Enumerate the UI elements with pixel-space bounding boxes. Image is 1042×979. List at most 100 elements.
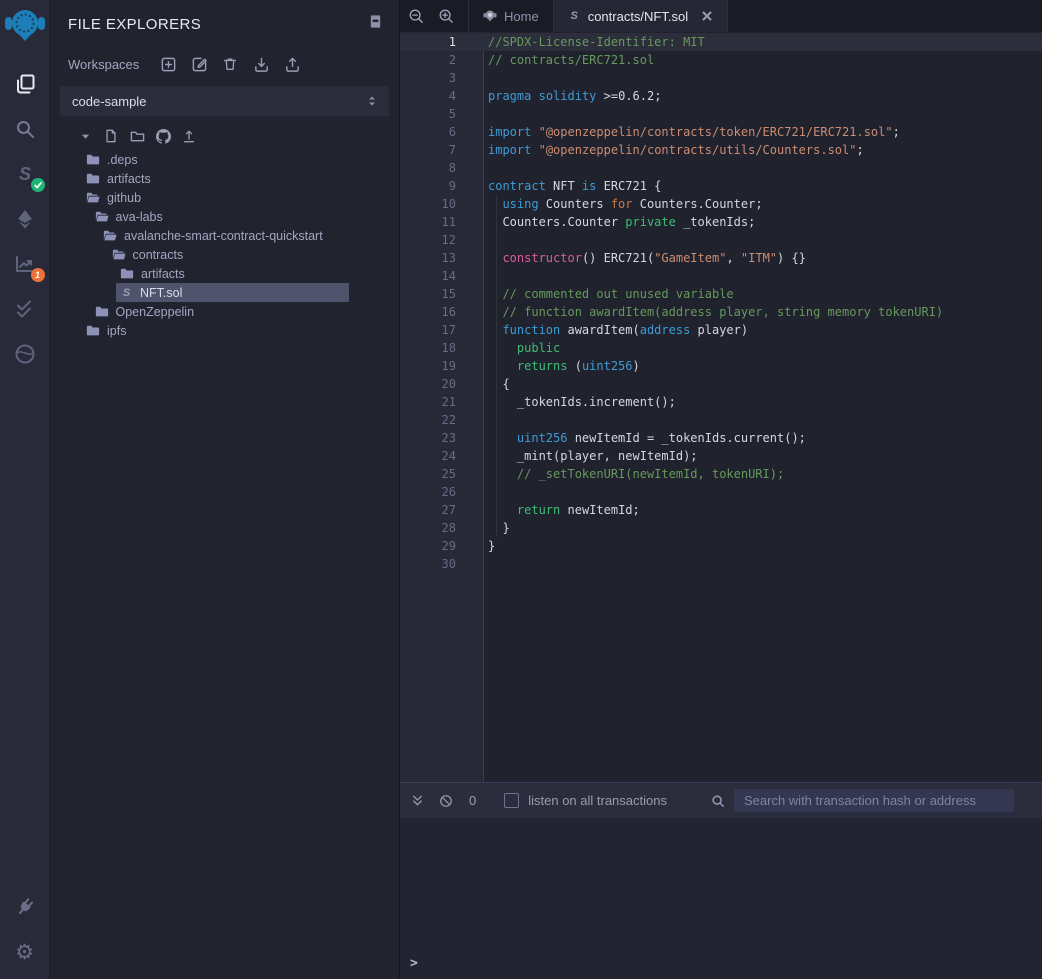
tree-item--deps[interactable]: .deps	[50, 150, 399, 169]
line-content: // contracts/ERC721.sol	[483, 51, 654, 69]
line-content: //SPDX-License-Identifier: MIT	[483, 33, 705, 51]
restore-backup-icon[interactable]	[250, 54, 272, 74]
line-content	[483, 555, 488, 573]
workspaces-row: Workspaces	[50, 44, 399, 80]
line-number: 22	[400, 411, 483, 429]
remix-logo-icon[interactable]	[2, 3, 48, 49]
unit-testing-icon[interactable]	[8, 294, 42, 324]
line-number: 12	[400, 231, 483, 249]
line-number: 3	[400, 69, 483, 87]
code-line-1[interactable]: 1//SPDX-License-Identifier: MIT	[400, 33, 1042, 51]
tree-item-label: github	[107, 191, 141, 205]
rename-workspace-icon[interactable]	[188, 54, 210, 74]
tree-item-avalanche-smart-contract-quickstart[interactable]: avalanche-smart-contract-quickstart	[50, 226, 399, 245]
settings-icon[interactable]: ⚙	[8, 937, 42, 967]
line-number: 14	[400, 267, 483, 285]
terminal-body[interactable]: >	[400, 818, 1042, 979]
tree-item-label: contracts	[133, 248, 184, 262]
plugin-sphere-icon[interactable]	[8, 339, 42, 369]
line-number: 4	[400, 87, 483, 105]
line-number: 18	[400, 339, 483, 357]
zoom-in-icon[interactable]	[438, 8, 454, 24]
file-explorer-icon[interactable]	[8, 69, 42, 99]
tree-item-github[interactable]: github	[50, 188, 399, 207]
workspace-select[interactable]: code-sample	[60, 86, 389, 116]
github-clone-icon[interactable]	[154, 128, 172, 144]
collapse-tree-icon[interactable]	[76, 128, 94, 144]
tree-item-contracts[interactable]: contracts	[50, 245, 399, 264]
new-folder-icon[interactable]	[128, 128, 146, 144]
code-line-29[interactable]: 29}	[400, 537, 1042, 555]
new-file-icon[interactable]	[102, 128, 120, 144]
line-content: // _setTokenURI(newItemId, tokenURI);	[483, 465, 784, 483]
code-line-8[interactable]: 8	[400, 159, 1042, 177]
code-line-9[interactable]: 9contract NFT is ERC721 {	[400, 177, 1042, 195]
backup-workspace-icon[interactable]	[281, 54, 303, 74]
line-number: 25	[400, 465, 483, 483]
code-line-4[interactable]: 4pragma solidity >=0.6.2;	[400, 87, 1042, 105]
line-content: returns (uint256)	[483, 357, 640, 375]
main-area: Home S contracts/NFT.sol 1//SPDX-License…	[400, 0, 1042, 979]
line-content	[483, 231, 488, 249]
line-content: using Counters for Counters.Counter;	[483, 195, 763, 213]
code-line-7[interactable]: 7import "@openzeppelin/contracts/utils/C…	[400, 141, 1042, 159]
terminal-search-input[interactable]	[734, 789, 1014, 812]
tree-item-nft-sol[interactable]: SNFT.sol	[50, 283, 399, 302]
search-icon[interactable]	[8, 114, 42, 144]
tree-item-label: ava-labs	[116, 210, 163, 224]
line-content: Counters.Counter private _tokenIds;	[483, 213, 755, 231]
code-line-2[interactable]: 2// contracts/ERC721.sol	[400, 51, 1042, 69]
close-tab-icon[interactable]	[701, 10, 713, 22]
line-content	[483, 159, 488, 177]
tree-item-artifacts[interactable]: artifacts	[50, 169, 399, 188]
deploy-run-icon[interactable]	[8, 204, 42, 234]
tree-item-ava-labs[interactable]: ava-labs	[50, 207, 399, 226]
tree-item-openzeppelin[interactable]: OpenZeppelin	[50, 302, 399, 321]
tab-home[interactable]: Home	[468, 0, 553, 32]
code-line-5[interactable]: 5	[400, 105, 1042, 123]
code-line-6[interactable]: 6import "@openzeppelin/contracts/token/E…	[400, 123, 1042, 141]
line-content: constructor() ERC721("GameItem", "ITM") …	[483, 249, 806, 267]
listen-transactions-checkbox[interactable]	[504, 793, 519, 808]
plugin-manager-icon[interactable]	[8, 892, 42, 922]
documentation-icon[interactable]	[368, 14, 383, 34]
code-line-3[interactable]: 3	[400, 69, 1042, 87]
tree-item-artifacts[interactable]: artifacts	[50, 264, 399, 283]
tree-toolbar	[50, 116, 399, 148]
clear-console-icon[interactable]	[439, 794, 453, 808]
line-content: // commented out unused variable	[483, 285, 734, 303]
line-content	[483, 411, 488, 429]
zoom-out-icon[interactable]	[408, 8, 424, 24]
line-content: uint256 newItemId = _tokenIds.current();	[483, 429, 806, 447]
tab-nft-sol[interactable]: S contracts/NFT.sol	[553, 0, 728, 32]
line-number: 5	[400, 105, 483, 123]
upload-file-icon[interactable]	[180, 128, 198, 144]
svg-text:S: S	[18, 164, 30, 184]
line-number: 10	[400, 195, 483, 213]
line-content	[483, 105, 488, 123]
indent-guide	[496, 195, 497, 537]
line-content: return newItemId;	[483, 501, 640, 519]
terminal-expand-icon[interactable]	[410, 793, 425, 808]
tree-item-label: artifacts	[141, 267, 185, 281]
line-content	[483, 267, 488, 285]
create-workspace-icon[interactable]	[157, 54, 179, 74]
tree-item-ipfs[interactable]: ipfs	[50, 321, 399, 340]
tree-item-label: avalanche-smart-contract-quickstart	[124, 229, 323, 243]
tree-item-label: NFT.sol	[140, 286, 182, 300]
line-number: 20	[400, 375, 483, 393]
line-number: 28	[400, 519, 483, 537]
analytics-icon[interactable]: 1	[8, 249, 42, 279]
code-line-30[interactable]: 30	[400, 555, 1042, 573]
delete-workspace-icon[interactable]	[219, 54, 241, 74]
line-content: function awardItem(address player)	[483, 321, 748, 339]
tree-item-label: OpenZeppelin	[116, 305, 195, 319]
line-number: 9	[400, 177, 483, 195]
file-tree: .depsartifactsgithubava-labsavalanche-sm…	[50, 150, 399, 340]
code-editor[interactable]: 1//SPDX-License-Identifier: MIT2// contr…	[400, 32, 1042, 782]
remix-tab-icon	[483, 9, 497, 23]
solidity-compiler-icon[interactable]: S	[8, 159, 42, 189]
line-content: _mint(player, newItemId);	[483, 447, 698, 465]
terminal-prompt: >	[400, 956, 418, 979]
tab-nft-sol-label: contracts/NFT.sol	[588, 9, 688, 24]
